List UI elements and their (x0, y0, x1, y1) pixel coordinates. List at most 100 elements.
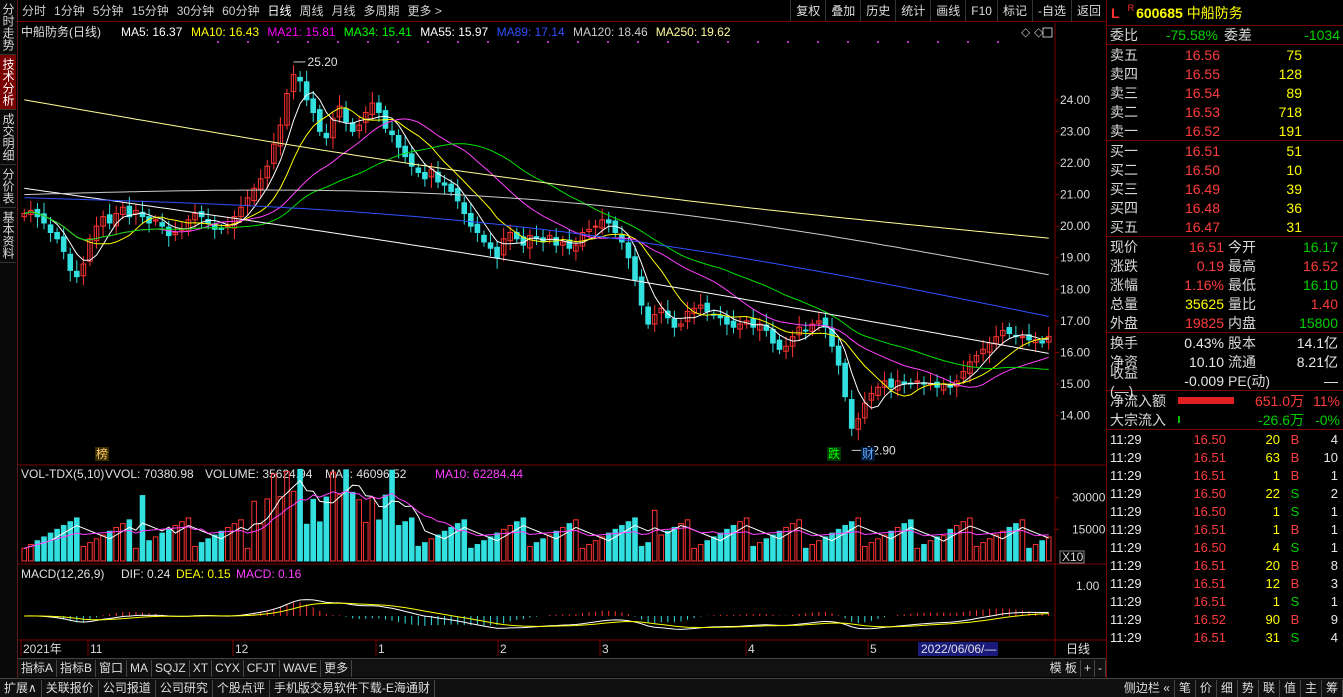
status-tab-1[interactable]: 关联报价 (42, 679, 99, 697)
volume-bar (599, 536, 605, 562)
candle-body (1019, 336, 1026, 339)
candle-body (730, 320, 737, 328)
template-button-0[interactable]: 模 板 (1047, 659, 1081, 677)
ma-dot (817, 41, 819, 43)
volume-bar (415, 545, 422, 562)
side-tab-1[interactable]: 笔 (1175, 679, 1196, 697)
kline-chart-area[interactable]: 中船防务(日线) MA5: 16.37 MA10: 16.43 MA21: 15.81… (18, 23, 1106, 656)
candle-body (645, 306, 651, 325)
side-tab-0[interactable]: 侧边栏 « (1120, 679, 1175, 697)
volume-bar (986, 538, 993, 562)
tool-button-0[interactable]: 复权 (790, 0, 825, 22)
tool-button-6[interactable]: 标记 (996, 0, 1032, 22)
vol-ma10: MA10: 62284.44 (435, 467, 523, 481)
indicator-tab-6[interactable]: CYX (212, 659, 244, 677)
volume-bar (717, 532, 724, 562)
volume-bar (336, 494, 343, 562)
indicator-tab-9[interactable]: 更多 (321, 659, 353, 677)
candle-body (914, 380, 921, 383)
left-tab-1[interactable]: 技术分析 (0, 55, 16, 110)
tool-button-4[interactable]: 画线 (930, 0, 965, 22)
tick-price: 16.50 (1193, 503, 1226, 519)
volume-bar (901, 523, 908, 562)
left-tab-2[interactable]: 成交明细 (0, 110, 16, 165)
side-tab-6[interactable]: 值 (1280, 679, 1301, 697)
period-1[interactable]: 1分钟 (54, 2, 85, 19)
indicator-tab-3[interactable]: MA (127, 659, 153, 677)
volume-bar (244, 547, 251, 562)
status-tab-4[interactable]: 个股点评 (213, 679, 270, 697)
candle-body (67, 253, 74, 271)
tick-time: 11:29 (1110, 431, 1142, 447)
time-axis-label: 3 (602, 642, 609, 656)
indicator-tab-5[interactable]: XT (190, 659, 213, 677)
ma-label-2: MA21: 15.81 (267, 25, 335, 39)
candle-body (750, 318, 757, 328)
tool-button-2[interactable]: 历史 (860, 0, 895, 22)
side-tab-4[interactable]: 势 (1238, 679, 1259, 697)
tool-button-3[interactable]: 统计 (895, 0, 930, 22)
template-button-2[interactable]: - (1095, 659, 1106, 677)
tool-button-1[interactable]: 叠加 (825, 0, 860, 22)
candle-body (415, 167, 422, 173)
tool-button-5[interactable]: F10 (965, 0, 997, 22)
tool-button-7[interactable]: -自选 (1031, 0, 1071, 22)
tick-list[interactable]: 11:29 16.50 20 B 4 11:29 16.51 63 B 10 11:29 16.51 1… (1107, 430, 1343, 646)
tool-button-8[interactable]: 返回 (1070, 0, 1106, 22)
period-0[interactable]: 分时 (22, 2, 46, 19)
status-tab-0[interactable]: 扩展∧ (0, 679, 42, 697)
side-tab-7[interactable]: 主 (1301, 679, 1322, 697)
stock-name[interactable]: 中船防务 (1187, 3, 1243, 23)
kline-chart-svg[interactable]: 中船防务(日线) MA5: 16.37 MA10: 16.43 MA21: 15.81… (18, 23, 1106, 656)
flow-pct: -0% (1315, 411, 1340, 428)
status-tab-5[interactable]: 手机版交易软件下载-E海通财 (270, 679, 435, 697)
volume-bar (809, 544, 816, 562)
volume-bar (934, 536, 940, 562)
volume-bar (172, 525, 179, 562)
indicator-tab-4[interactable]: SQJZ (152, 659, 190, 677)
volume-bar (862, 545, 868, 562)
volume-bar (428, 538, 435, 562)
volume-bar (914, 547, 921, 562)
left-tab-0[interactable]: 分时走势 (0, 0, 16, 55)
period-7[interactable]: 周线 (299, 2, 323, 19)
bids-volume: 39 (1286, 180, 1302, 197)
side-tab-2[interactable]: 价 (1196, 679, 1217, 697)
candle-body (106, 214, 113, 224)
stat-value: 16.51 (1188, 238, 1224, 255)
period-4[interactable]: 30分钟 (177, 2, 214, 19)
indicator-tab-1[interactable]: 指标B (57, 659, 97, 677)
tick-price: 16.50 (1193, 485, 1226, 501)
status-tab-3[interactable]: 公司研究 (156, 679, 213, 697)
template-button-1[interactable]: + (1081, 659, 1095, 677)
quote-stats-2: 换手 0.43% 股本 14.1亿 净资 10.10 流通 8.21亿 收益(—) -0.009 P… (1107, 333, 1343, 399)
candle-body (848, 399, 855, 429)
indicator-tab-8[interactable]: WAVE (280, 659, 322, 677)
vol-vvol: VVOL: 70380.98 (105, 467, 194, 481)
indicator-tab-7[interactable]: CFJT (244, 659, 281, 677)
indicator-tab-2[interactable]: 窗口 (96, 659, 128, 677)
side-tab-5[interactable]: 联 (1259, 679, 1280, 697)
period-9[interactable]: 多周期 (364, 2, 400, 19)
left-tab-3[interactable]: 分价表 (0, 165, 16, 208)
volume-bar (323, 496, 330, 562)
ma250-line (24, 99, 1049, 239)
status-tab-2[interactable]: 公司报道 (99, 679, 156, 697)
period-6[interactable]: 日线 (267, 2, 291, 19)
ma-dot (757, 41, 759, 43)
candle-body (494, 246, 500, 259)
period-5[interactable]: 60分钟 (222, 2, 259, 19)
tick-price: 16.50 (1193, 539, 1226, 555)
side-tab-3[interactable]: 细 (1217, 679, 1238, 697)
candle-body (343, 108, 349, 123)
period-2[interactable]: 5分钟 (93, 2, 124, 19)
period-3[interactable]: 15分钟 (131, 2, 168, 19)
period-8[interactable]: 月线 (332, 2, 356, 19)
period-10[interactable]: 更多 > (408, 2, 442, 19)
left-tab-4[interactable]: 基本资料 (0, 208, 16, 263)
indicator-tab-0[interactable]: 指标A (18, 659, 58, 677)
side-tab-8[interactable]: 筹 (1322, 679, 1343, 697)
tick-time: 11:29 (1110, 593, 1142, 609)
stock-code[interactable]: 600685 (1136, 5, 1183, 21)
ma-dot (907, 41, 909, 43)
